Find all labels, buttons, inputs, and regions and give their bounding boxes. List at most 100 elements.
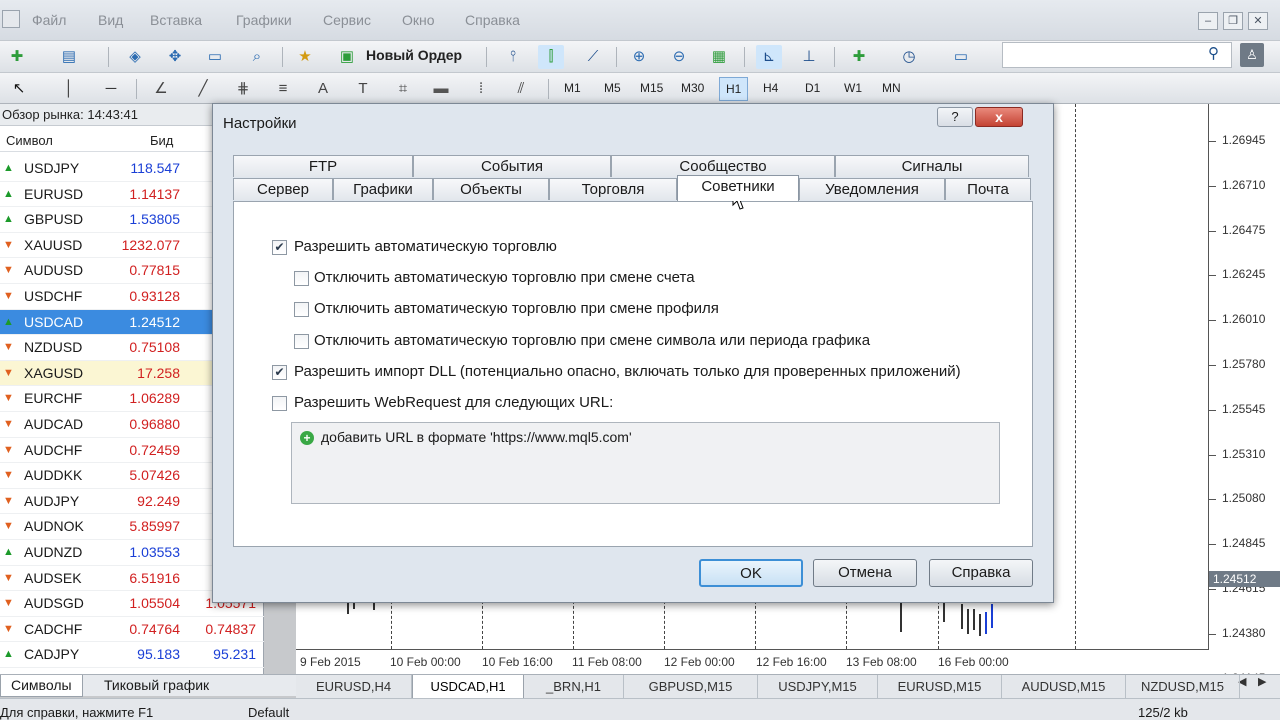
- chart-tab[interactable]: AUDUSD,M15: [1002, 675, 1126, 699]
- vertical-line-icon[interactable]: │: [56, 77, 82, 101]
- url-list[interactable]: + добавить URL в формате 'https://www.mq…: [291, 422, 1000, 504]
- tf-mn[interactable]: MN: [882, 81, 901, 95]
- fibo-icon[interactable]: ≡: [270, 77, 296, 101]
- column-bid[interactable]: Бид: [150, 130, 173, 152]
- scroll-right-icon[interactable]: ▶: [1258, 675, 1266, 688]
- column-symbol[interactable]: Символ: [6, 130, 53, 152]
- tab-trade[interactable]: Торговля: [549, 178, 677, 200]
- tf-m5[interactable]: M5: [604, 81, 621, 95]
- tile-windows-icon[interactable]: ▦: [706, 45, 732, 69]
- terminal-icon[interactable]: ⌕: [244, 45, 270, 69]
- tf-m15[interactable]: M15: [640, 81, 663, 95]
- search-input[interactable]: [1002, 42, 1232, 68]
- checkbox-allow-autotrading[interactable]: ✔: [272, 240, 287, 255]
- search-icon[interactable]: ⚲: [1208, 44, 1219, 62]
- menu-help[interactable]: Справка: [465, 12, 520, 28]
- tab-ftp[interactable]: FTP: [233, 155, 413, 177]
- cancel-button[interactable]: Отмена: [813, 559, 917, 587]
- tf-w1[interactable]: W1: [844, 81, 862, 95]
- menu-window[interactable]: Окно: [402, 12, 435, 28]
- tab-objects[interactable]: Объекты: [433, 178, 549, 200]
- tab-charts[interactable]: Графики: [333, 178, 433, 200]
- indicators-icon[interactable]: ✚: [846, 45, 872, 69]
- checkbox-allow-dll[interactable]: ✔: [272, 365, 287, 380]
- text-icon[interactable]: A: [310, 77, 336, 101]
- navigator-icon[interactable]: ▭: [202, 45, 228, 69]
- tab-email[interactable]: Почта: [945, 178, 1031, 200]
- checkbox-disable-on-symbol[interactable]: [294, 334, 309, 349]
- tab-server[interactable]: Сервер: [233, 178, 333, 200]
- chart-tab[interactable]: USDCAD,H1: [412, 675, 524, 699]
- market-watch-icon[interactable]: ◈: [122, 45, 148, 69]
- tab-notifications[interactable]: Уведомления: [799, 178, 945, 200]
- bar-chart-icon[interactable]: ⫯: [500, 45, 526, 69]
- chart-tab[interactable]: _BRN,H1: [524, 675, 624, 699]
- tf-d1[interactable]: D1: [805, 81, 820, 95]
- tab-tick-chart[interactable]: Тиковый график: [94, 675, 219, 697]
- rectangle-icon[interactable]: ▬: [428, 77, 454, 101]
- market-watch-row[interactable]: ▲ CADJPY 95.183 95.231: [0, 642, 264, 668]
- text-label-icon[interactable]: T: [350, 77, 376, 101]
- tab-signals[interactable]: Сигналы: [835, 155, 1029, 177]
- chart-shift-icon[interactable]: ⊥: [796, 45, 822, 69]
- help-button[interactable]: Справка: [929, 559, 1033, 587]
- fibo-time-icon[interactable]: ⦙: [468, 77, 494, 101]
- menu-tools[interactable]: Сервис: [323, 12, 371, 28]
- templates-icon[interactable]: ▭: [948, 45, 974, 69]
- periods-icon[interactable]: ◷: [896, 45, 922, 69]
- tab-symbols[interactable]: Символы: [0, 675, 83, 697]
- add-url-item[interactable]: добавить URL в формате 'https://www.mql5…: [321, 429, 632, 445]
- chart-tab[interactable]: EURUSD,M15: [878, 675, 1002, 699]
- chart-tab[interactable]: USDJPY,M15: [758, 675, 878, 699]
- chart-tab[interactable]: NZDUSD,M15: [1126, 675, 1240, 699]
- tf-m1[interactable]: M1: [564, 81, 581, 95]
- arrow-down-icon: ▼: [3, 597, 14, 610]
- ok-button[interactable]: OK: [699, 559, 803, 587]
- tab-events[interactable]: События: [413, 155, 611, 177]
- line-chart-icon[interactable]: ⟋: [580, 45, 606, 69]
- checkbox-disable-on-account[interactable]: [294, 271, 309, 286]
- tab-community[interactable]: Сообщество: [611, 155, 835, 177]
- cursor-icon[interactable]: ↖: [6, 77, 32, 101]
- status-bar: Для справки, нажмите F1 Default 125/2 kb: [0, 698, 1280, 720]
- chart-tab[interactable]: GBPUSD,M15: [624, 675, 758, 699]
- candles-icon[interactable]: ⫿: [538, 45, 564, 69]
- new-order-button[interactable]: Новый Ордер: [366, 47, 462, 63]
- zoom-out-icon[interactable]: ⊖: [666, 45, 692, 69]
- fibo-fan-icon[interactable]: ⌗: [390, 77, 416, 101]
- app-icon[interactable]: [2, 10, 20, 28]
- checkbox-disable-on-profile[interactable]: [294, 302, 309, 317]
- checkbox-allow-webrequest[interactable]: [272, 396, 287, 411]
- profiles-icon[interactable]: ▤: [56, 45, 82, 69]
- add-icon[interactable]: +: [300, 431, 314, 445]
- horizontal-line-icon[interactable]: ─: [98, 77, 124, 101]
- data-window-icon[interactable]: ✥: [162, 45, 188, 69]
- trendline-icon[interactable]: ╱: [190, 77, 216, 101]
- zoom-in-icon[interactable]: ⊕: [626, 45, 652, 69]
- menu-insert[interactable]: Вставка: [150, 12, 202, 28]
- community-icon[interactable]: ♙: [1240, 43, 1264, 67]
- tf-h4[interactable]: H4: [763, 81, 778, 95]
- menu-charts[interactable]: Графики: [236, 12, 292, 28]
- bid-value: 5.07426: [129, 467, 180, 484]
- symbol-name: USDJPY: [24, 160, 80, 176]
- menu-file[interactable]: Файл: [32, 12, 66, 28]
- new-order-icon[interactable]: ▣: [334, 45, 360, 69]
- tf-m30[interactable]: M30: [681, 81, 704, 95]
- market-watch-row[interactable]: ▼ CADCHF 0.74764 0.74837: [0, 617, 264, 643]
- dialog-help-button[interactable]: ?: [937, 107, 973, 127]
- dialog-close-button[interactable]: x: [975, 107, 1023, 127]
- minimize-icon[interactable]: –: [1198, 12, 1218, 30]
- chart-tab[interactable]: EURUSD,H4: [296, 675, 412, 699]
- close-icon[interactable]: ✕: [1248, 12, 1268, 30]
- tf-h1[interactable]: H1: [719, 77, 749, 101]
- andrews-icon[interactable]: ⫽: [508, 77, 534, 101]
- trendline-angle-icon[interactable]: ∠: [148, 77, 174, 101]
- autoscroll-icon[interactable]: ⊾: [756, 45, 782, 69]
- restore-icon[interactable]: ❐: [1223, 12, 1243, 30]
- new-chart-icon[interactable]: ✚: [4, 45, 30, 69]
- tab-experts[interactable]: Советники: [677, 175, 799, 201]
- channel-icon[interactable]: ⋕: [230, 77, 256, 101]
- experts-icon[interactable]: ★: [292, 45, 318, 69]
- menu-view[interactable]: Вид: [98, 12, 123, 28]
